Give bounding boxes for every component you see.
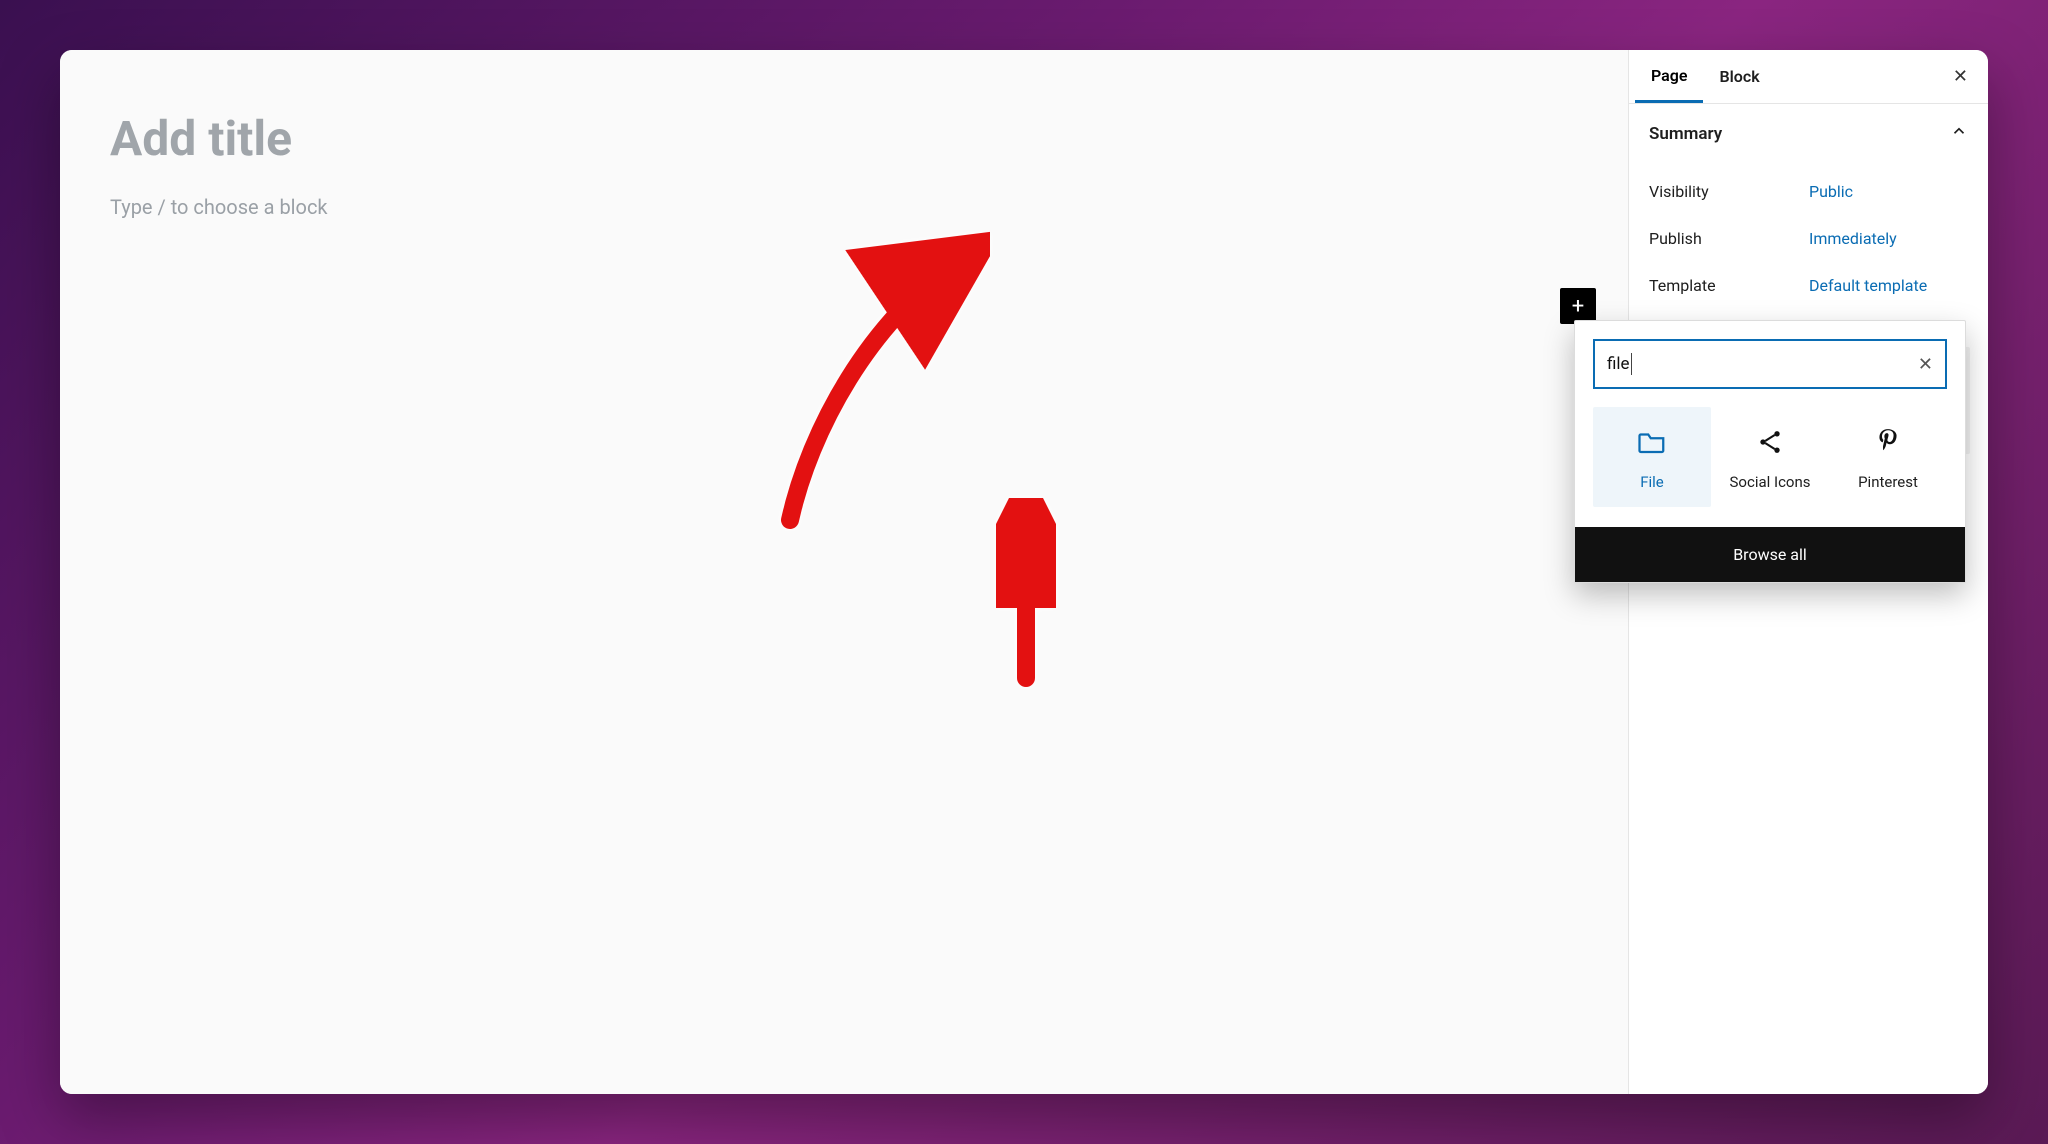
pinterest-icon [1835, 425, 1941, 459]
post-title-input[interactable]: Add title [110, 110, 1588, 167]
summary-title: Summary [1649, 124, 1722, 144]
block-option-pinterest-label: Pinterest [1835, 473, 1941, 491]
post-body-placeholder[interactable]: Type / to choose a block [110, 195, 1588, 219]
tab-page[interactable]: Page [1635, 51, 1703, 103]
clear-search-button[interactable]: ✕ [1918, 354, 1933, 375]
browse-all-button[interactable]: Browse all [1575, 527, 1965, 582]
template-label: Template [1649, 276, 1809, 295]
block-option-social-icons[interactable]: Social Icons [1711, 407, 1829, 507]
close-icon: ✕ [1953, 66, 1968, 87]
block-results-grid: File Social Icons Pinterest [1575, 407, 1965, 527]
row-publish: Publish Immediately [1649, 215, 1968, 262]
template-value[interactable]: Default template [1809, 276, 1927, 295]
visibility-label: Visibility [1649, 182, 1809, 201]
editor-window: Add title Type / to choose a block + Pag… [60, 50, 1988, 1094]
chevron-up-icon [1950, 122, 1968, 145]
tab-block[interactable]: Block [1703, 52, 1775, 101]
share-icon [1717, 425, 1823, 459]
close-sidebar-button[interactable]: ✕ [1939, 66, 1982, 87]
block-inserter-popover: file ✕ File Social Icons [1574, 320, 1966, 583]
plus-icon: + [1572, 294, 1584, 319]
block-option-social-label: Social Icons [1717, 473, 1823, 491]
publish-value[interactable]: Immediately [1809, 229, 1897, 248]
close-icon: ✕ [1918, 354, 1933, 375]
block-option-file-label: File [1599, 473, 1705, 491]
folder-icon [1599, 425, 1705, 459]
text-caret [1631, 353, 1632, 375]
block-option-file[interactable]: File [1593, 407, 1711, 507]
summary-rows: Visibility Public Publish Immediately Te… [1629, 164, 1988, 329]
block-option-pinterest[interactable]: Pinterest [1829, 407, 1947, 507]
publish-label: Publish [1649, 229, 1809, 248]
add-block-button[interactable]: + [1560, 288, 1596, 324]
row-visibility: Visibility Public [1649, 168, 1968, 215]
row-template: Template Default template [1649, 262, 1968, 309]
block-search-query: file [1607, 354, 1630, 374]
visibility-value[interactable]: Public [1809, 182, 1853, 201]
editor-canvas: Add title Type / to choose a block + [60, 50, 1628, 1094]
summary-panel-header[interactable]: Summary [1629, 104, 1988, 164]
block-search-input[interactable]: file ✕ [1593, 339, 1947, 389]
sidebar-tabs: Page Block ✕ [1629, 50, 1988, 104]
